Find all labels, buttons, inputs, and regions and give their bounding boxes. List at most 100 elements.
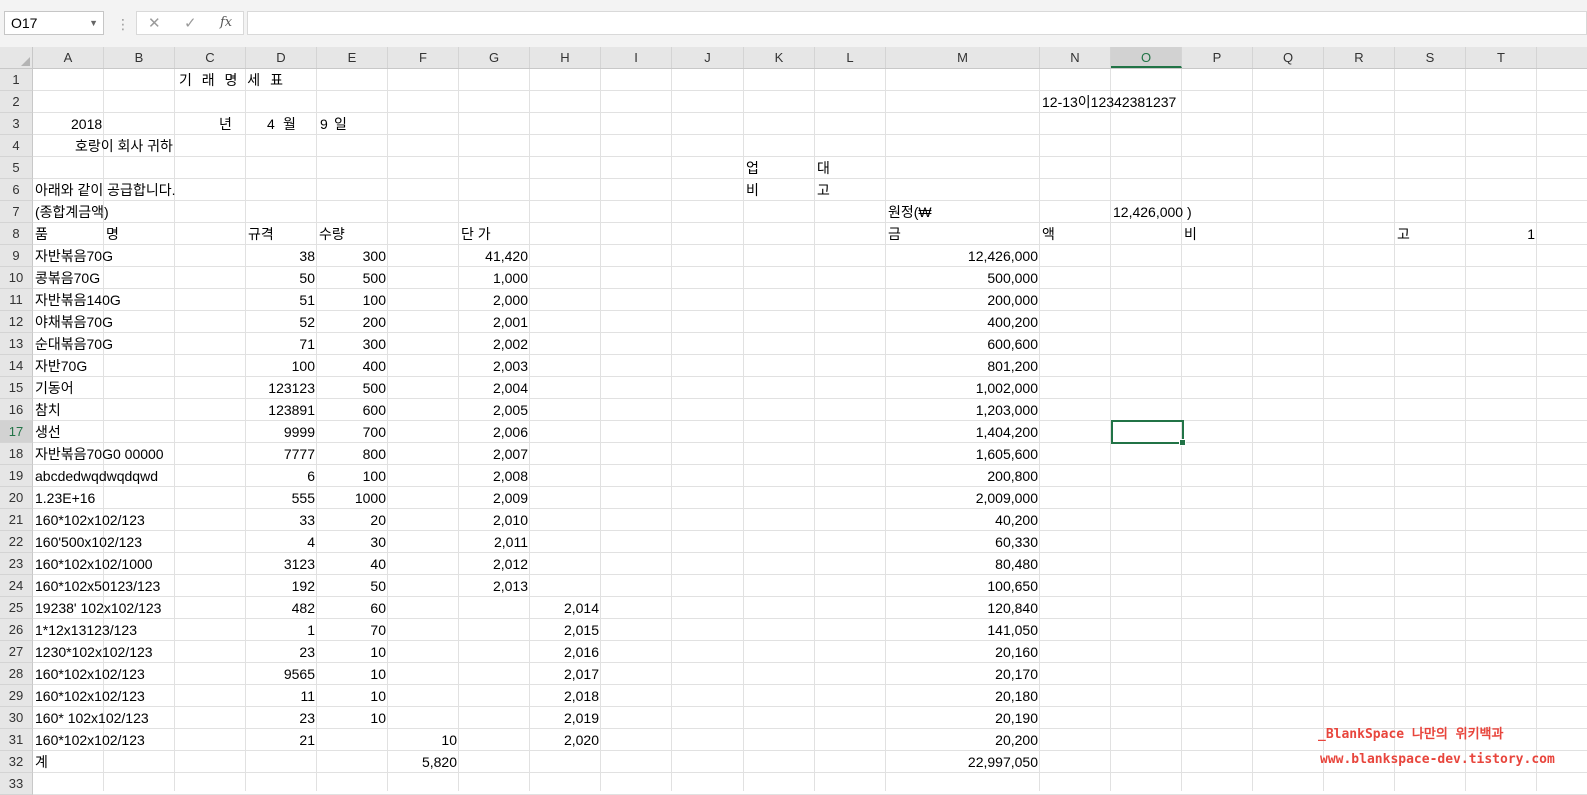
row-header-20[interactable]: 20 [0,487,33,509]
item-unit-price[interactable]: 2,007 [459,443,530,465]
item-name[interactable]: 160*102x50123/123 [33,575,213,597]
row-header-22[interactable]: 22 [0,531,33,553]
item-name[interactable]: 160*102x102/123 [33,509,213,531]
item-name[interactable]: 자반볶음140G [33,289,213,311]
header-note-2[interactable]: 고 [1395,223,1466,245]
item-amount[interactable]: 20,200 [886,729,1040,751]
item-qty[interactable]: 500 [317,267,388,289]
enter-icon[interactable]: ✓ [184,14,197,32]
item-amount[interactable]: 80,480 [886,553,1040,575]
item-qty[interactable]: 60 [317,597,388,619]
row-header-25[interactable]: 25 [0,597,33,619]
item-amount[interactable]: 60,330 [886,531,1040,553]
item-name[interactable]: 19238' 102x102/123 [33,597,213,619]
item-amount[interactable]: 141,050 [886,619,1040,641]
item-qty[interactable]: 300 [317,245,388,267]
item-amount[interactable]: 40,200 [886,509,1040,531]
item-f-value[interactable]: 10 [388,729,459,751]
item-unit-price[interactable]: 2,017 [530,663,601,685]
item-unit-price[interactable]: 41,420 [459,245,530,267]
item-spec[interactable]: 100 [246,355,317,377]
header-unit-price[interactable]: 단 가 [459,223,559,245]
column-header-c[interactable]: C [175,47,246,68]
item-unit-price[interactable]: 2,020 [530,729,601,751]
item-unit-price[interactable]: 2,013 [459,575,530,597]
row-header-27[interactable]: 27 [0,641,33,663]
row-header-3[interactable]: 3 [0,113,33,135]
item-name[interactable]: 자반볶음70G0 00000 [33,443,213,465]
sum-label[interactable]: 계 [33,751,104,773]
item-unit-price[interactable]: 2,002 [459,333,530,355]
item-spec[interactable]: 4 [246,531,317,553]
item-unit-price[interactable]: 2,003 [459,355,530,377]
chevron-down-icon[interactable]: ▼ [89,12,98,34]
header-spec[interactable]: 규격 [246,223,317,245]
item-qty[interactable]: 20 [317,509,388,531]
formula-input[interactable] [247,11,1587,35]
item-name[interactable]: 160*102x102/123 [33,729,213,751]
row-header-14[interactable]: 14 [0,355,33,377]
column-header-k[interactable]: K [744,47,815,68]
item-unit-price[interactable]: 2,015 [530,619,601,641]
item-amount[interactable]: 801,200 [886,355,1040,377]
item-spec[interactable]: 21 [246,729,317,751]
item-amount[interactable]: 12,426,000 [886,245,1040,267]
column-header-d[interactable]: D [246,47,317,68]
row-header-15[interactable]: 15 [0,377,33,399]
item-spec[interactable]: 482 [246,597,317,619]
item-spec[interactable]: 3123 [246,553,317,575]
insert-function-icon[interactable]: fx [220,15,232,30]
item-spec[interactable]: 9999 [246,421,317,443]
item-qty[interactable]: 10 [317,663,388,685]
item-name[interactable]: 콩볶음70G [33,267,213,289]
row-header-33[interactable]: 33 [0,773,33,795]
item-spec[interactable]: 33 [246,509,317,531]
cancel-icon[interactable]: ✕ [148,14,161,32]
year-value[interactable]: 2018 [69,113,129,135]
item-spec[interactable]: 23 [246,641,317,663]
item-amount[interactable]: 200,800 [886,465,1040,487]
column-header-t[interactable]: T [1466,47,1537,68]
item-name[interactable]: 1.23E+16 [33,487,213,509]
item-amount[interactable]: 20,180 [886,685,1040,707]
column-header-e[interactable]: E [317,47,388,68]
item-qty[interactable]: 40 [317,553,388,575]
item-spec[interactable]: 555 [246,487,317,509]
item-amount[interactable]: 1,203,000 [886,399,1040,421]
row-header-31[interactable]: 31 [0,729,33,751]
column-header-f[interactable]: F [388,47,459,68]
item-name[interactable]: 160* 102x102/123 [33,707,213,729]
item-spec[interactable]: 51 [246,289,317,311]
column-header-h[interactable]: H [530,47,601,68]
column-header-s[interactable]: S [1395,47,1466,68]
row-header-7[interactable]: 7 [0,201,33,223]
cell-k6[interactable]: 비 [744,179,815,201]
column-header-g[interactable]: G [459,47,530,68]
row-header-28[interactable]: 28 [0,663,33,685]
item-spec[interactable]: 38 [246,245,317,267]
item-qty[interactable]: 30 [317,531,388,553]
row-header-5[interactable]: 5 [0,157,33,179]
item-amount[interactable]: 400,200 [886,311,1040,333]
row-header-17[interactable]: 17 [0,421,33,443]
sheet-title[interactable]: 기 래 명 세 표 [177,69,377,91]
item-qty[interactable]: 200 [317,311,388,333]
item-spec[interactable]: 1 [246,619,317,641]
item-spec[interactable]: 7777 [246,443,317,465]
item-unit-price[interactable]: 2,010 [459,509,530,531]
item-qty[interactable]: 100 [317,289,388,311]
name-box[interactable]: O17 ▼ [4,11,104,35]
item-unit-price[interactable]: 2,001 [459,311,530,333]
item-spec[interactable]: 123891 [246,399,317,421]
row-header-24[interactable]: 24 [0,575,33,597]
item-name[interactable]: 1*12x13123/123 [33,619,213,641]
item-amount[interactable]: 600,600 [886,333,1040,355]
select-all-button[interactable] [0,47,33,68]
column-header-j[interactable]: J [672,47,744,68]
item-name[interactable]: 자반볶음70G [33,245,213,267]
item-unit-price[interactable]: 2,008 [459,465,530,487]
item-spec[interactable]: 192 [246,575,317,597]
item-unit-price[interactable]: 1,000 [459,267,530,289]
item-qty[interactable]: 400 [317,355,388,377]
item-unit-price[interactable]: 2,018 [530,685,601,707]
